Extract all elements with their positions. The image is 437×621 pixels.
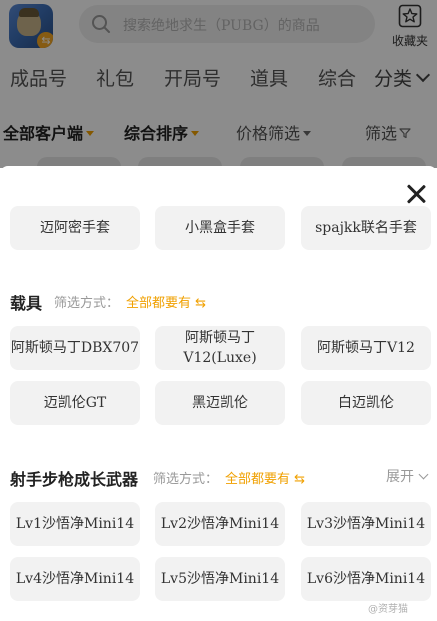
filter-mode-toggle[interactable]: 全部都要有 ⇆ xyxy=(126,292,206,311)
option-button[interactable]: 黑迈凯伦 xyxy=(155,381,285,425)
option-button[interactable]: Lv6沙悟净Mini14 xyxy=(301,557,431,601)
dim-overlay[interactable] xyxy=(0,0,437,168)
option-button[interactable]: 阿斯顿马丁V12(Luxe) xyxy=(155,326,285,370)
filter-mode-label: 筛选方式： xyxy=(54,296,120,311)
chevron-down-icon xyxy=(418,469,429,480)
filter-mode-toggle[interactable]: 全部都要有 ⇆ xyxy=(225,468,305,487)
watermark: @资芽猫 xyxy=(368,604,408,615)
section-title-weapon: 射手步枪成长武器 xyxy=(10,470,139,489)
close-icon[interactable] xyxy=(404,182,428,206)
option-button[interactable]: 白迈凯伦 xyxy=(301,381,431,425)
expand-button[interactable]: 展开 xyxy=(386,466,429,486)
option-button[interactable]: Lv4沙悟净Mini14 xyxy=(10,557,140,601)
option-button[interactable]: 迈凯伦GT xyxy=(10,381,140,425)
option-button[interactable]: Lv2沙悟净Mini14 xyxy=(155,502,285,546)
filter-mode-label: 筛选方式： xyxy=(153,472,219,487)
option-button[interactable]: Lv3沙悟净Mini14 xyxy=(301,502,431,546)
option-button[interactable]: 迈阿密手套 xyxy=(10,206,140,250)
option-button[interactable]: Lv1沙悟净Mini14 xyxy=(10,502,140,546)
option-button[interactable]: 阿斯顿马丁DBX707 xyxy=(10,326,140,370)
option-button[interactable]: 阿斯顿马丁V12 xyxy=(301,326,431,370)
option-button[interactable]: 小黑盒手套 xyxy=(155,206,285,250)
option-button[interactable]: Lv5沙悟净Mini14 xyxy=(155,557,285,601)
section-title-vehicle: 载具 xyxy=(10,294,43,313)
expand-label: 展开 xyxy=(386,469,414,485)
option-button[interactable]: spajkk联名手套 xyxy=(301,206,431,250)
